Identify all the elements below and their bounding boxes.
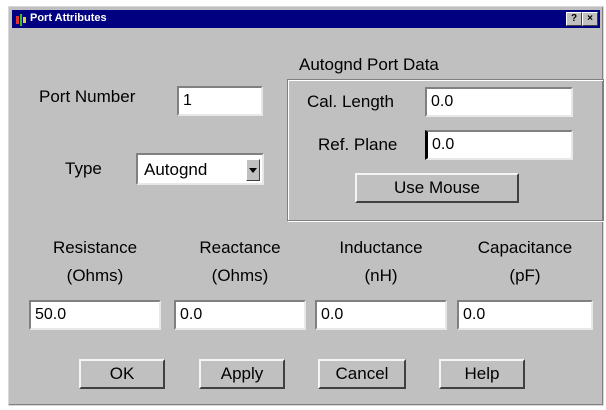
- reactance-unit-label: (Ohms): [211, 266, 269, 285]
- apply-button[interactable]: Apply: [199, 359, 285, 389]
- help-title-button[interactable]: ?: [566, 12, 582, 26]
- capacitance-label: Capacitance: [477, 238, 573, 257]
- type-select-value: Autognd: [144, 160, 208, 179]
- cancel-button[interactable]: Cancel: [318, 359, 406, 389]
- window-title: Port Attributes: [30, 12, 107, 24]
- autognd-group-label: Autognd Port Data: [299, 55, 439, 74]
- help-button[interactable]: Help: [439, 359, 525, 389]
- cal-length-field[interactable]: 0.0: [425, 87, 573, 117]
- port-number-label: Port Number: [39, 87, 136, 106]
- dropdown-arrow-icon[interactable]: [246, 159, 260, 181]
- title-bar[interactable]: Port Attributes ? ×: [12, 10, 600, 28]
- type-label: Type: [65, 159, 102, 178]
- ref-plane-label: Ref. Plane: [318, 135, 398, 154]
- reactance-label: Reactance: [199, 238, 281, 257]
- resistance-unit-label: (Ohms): [66, 266, 124, 285]
- reactance-field[interactable]: 0.0: [174, 300, 306, 330]
- app-icon: [16, 13, 26, 26]
- ok-button[interactable]: OK: [79, 359, 165, 389]
- type-select[interactable]: Autognd: [136, 153, 264, 185]
- use-mouse-button[interactable]: Use Mouse: [355, 173, 519, 203]
- port-number-field[interactable]: 1: [177, 86, 263, 116]
- cal-length-label: Cal. Length: [307, 92, 394, 111]
- inductance-label: Inductance: [339, 238, 423, 257]
- inductance-field[interactable]: 0.0: [315, 300, 447, 330]
- close-title-button[interactable]: ×: [582, 12, 598, 26]
- capacitance-field[interactable]: 0.0: [457, 300, 593, 330]
- port-attributes-dialog: Port Attributes ? × Port Number 1 Type A…: [8, 6, 604, 406]
- inductance-unit-label: (nH): [364, 266, 398, 285]
- resistance-field[interactable]: 50.0: [29, 300, 161, 330]
- ref-plane-field[interactable]: 0.0: [425, 130, 573, 160]
- capacitance-unit-label: (pF): [509, 266, 541, 285]
- resistance-label: Resistance: [52, 238, 138, 257]
